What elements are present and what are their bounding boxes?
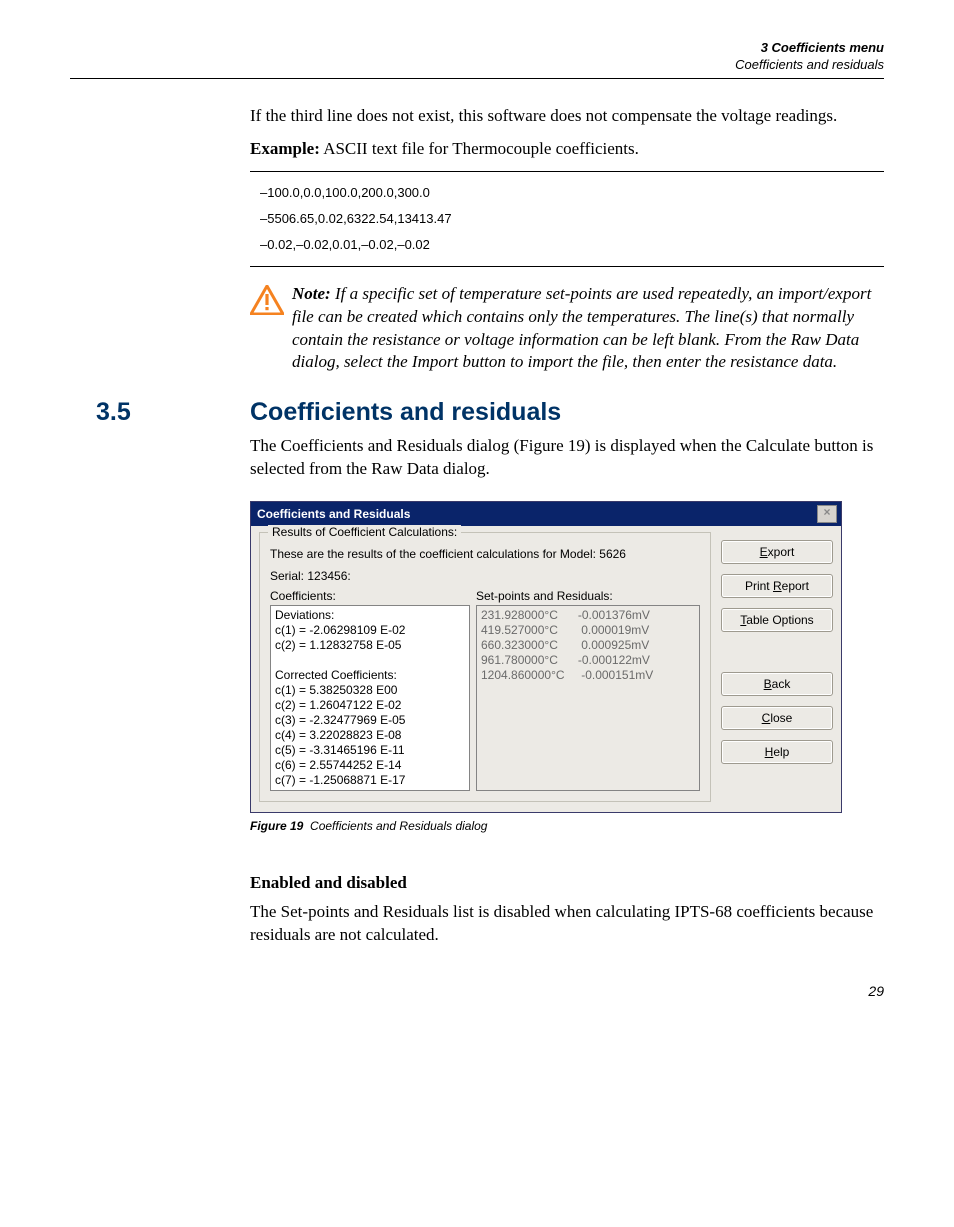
close-button[interactable]: Close: [721, 706, 833, 730]
code-line-1: –100.0,0.0,100.0,200.0,300.0: [260, 180, 884, 206]
print-report-button[interactable]: Print Report: [721, 574, 833, 598]
section-title: Coefficients and residuals: [250, 398, 561, 427]
section-intro: The Coefficients and Residuals dialog (F…: [250, 435, 884, 481]
setpoints-label: Set-points and Residuals:: [476, 589, 700, 603]
coefficients-dialog: Coefficients and Residuals × Results of …: [250, 501, 842, 813]
code-line-3: –0.02,–0.02,0.01,–0.02,–0.02: [260, 232, 884, 258]
help-button[interactable]: Help: [721, 740, 833, 764]
figure-label: Figure 19: [250, 819, 303, 833]
warning-icon: [250, 285, 284, 315]
header-section: Coefficients and residuals: [70, 57, 884, 74]
results-message-1: These are the results of the coefficient…: [270, 547, 700, 561]
dialog-titlebar: Coefficients and Residuals ×: [251, 502, 841, 526]
note-body: If a specific set of temperature set-poi…: [292, 284, 871, 372]
ascii-code-block: –100.0,0.0,100.0,200.0,300.0 –5506.65,0.…: [250, 171, 884, 267]
close-icon[interactable]: ×: [817, 505, 837, 523]
coefficients-list[interactable]: Deviations: c(1) = -2.06298109 E-02 c(2)…: [270, 605, 470, 791]
section-number: 3.5: [70, 398, 250, 427]
fieldset-legend: Results of Coefficient Calculations:: [268, 525, 461, 539]
code-line-2: –5506.65,0.02,6322.54,13413.47: [260, 206, 884, 232]
page-number: 29: [70, 983, 884, 999]
results-message-2: Serial: 123456:: [270, 569, 700, 583]
header-rule: [70, 78, 884, 79]
header-chapter: 3 Coefficients menu: [70, 40, 884, 57]
dialog-title-text: Coefficients and Residuals: [257, 507, 410, 521]
example-text: ASCII text file for Thermocouple coeffic…: [320, 139, 639, 158]
enabled-paragraph: The Set-points and Residuals list is dis…: [250, 901, 884, 947]
example-label: Example:: [250, 139, 320, 158]
section-heading: 3.5 Coefficients and residuals: [70, 398, 884, 427]
note-label: Note:: [292, 284, 331, 303]
results-fieldset: Results of Coefficient Calculations: The…: [259, 532, 711, 802]
intro-paragraph: If the third line does not exist, this s…: [250, 105, 884, 128]
figure-text: Coefficients and Residuals dialog: [310, 819, 487, 833]
table-options-button[interactable]: Table Options: [721, 608, 833, 632]
enabled-heading: Enabled and disabled: [250, 873, 884, 893]
example-line: Example: ASCII text file for Thermocoupl…: [250, 138, 884, 161]
warning-note: Note: If a specific set of temperature s…: [250, 283, 884, 375]
export-button[interactable]: Export: [721, 540, 833, 564]
figure-caption: Figure 19 Coefficients and Residuals dia…: [250, 819, 884, 833]
coefficients-label: Coefficients:: [270, 589, 470, 603]
setpoints-list[interactable]: 231.928000°C -0.001376mV 419.527000°C 0.…: [476, 605, 700, 791]
back-button[interactable]: Back: [721, 672, 833, 696]
